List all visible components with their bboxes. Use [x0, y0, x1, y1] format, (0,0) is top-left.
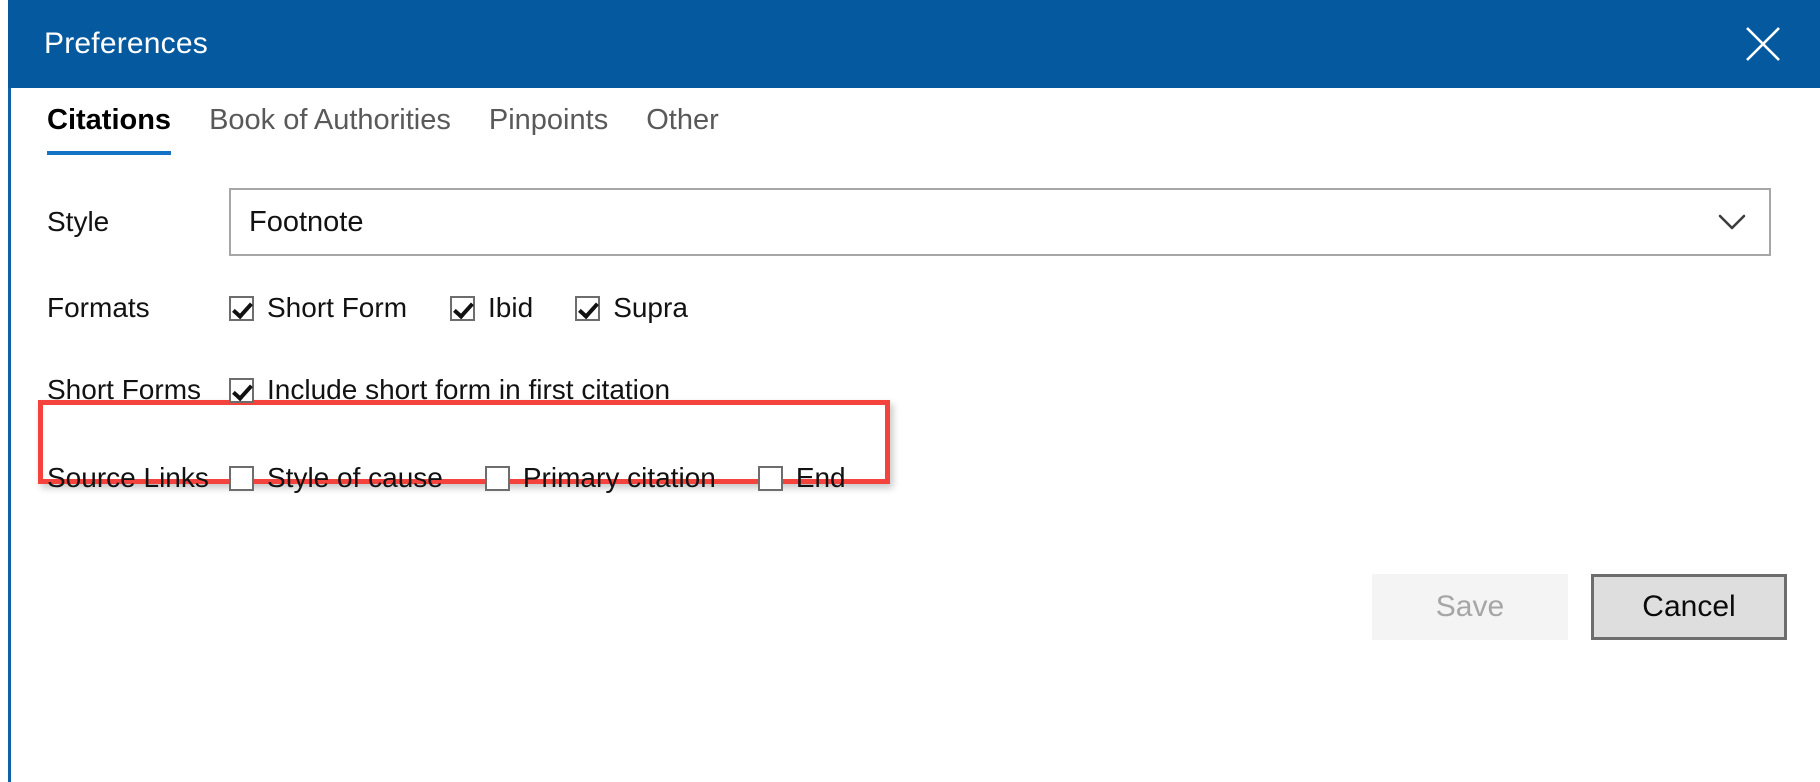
checkbox-end[interactable]: End: [757, 462, 846, 494]
checkbox-style-of-cause[interactable]: Style of cause: [229, 462, 443, 494]
dialog-footer: Save Cancel: [1372, 574, 1787, 640]
checkbox-include-short-form-box[interactable]: [229, 377, 254, 403]
checkbox-ibid[interactable]: Ibid: [450, 292, 533, 324]
checkbox-primary-citation-label: Primary citation: [522, 462, 716, 493]
formats-label: Formats: [47, 292, 150, 323]
short-forms-row-content: Include short form in first citation: [229, 374, 1820, 406]
tab-bar: Citations Book of Authorities Pinpoints …: [47, 103, 719, 155]
style-row-content: Footnote: [229, 188, 1820, 256]
checkbox-supra-box[interactable]: [575, 295, 601, 321]
tab-pinpoints-label: Pinpoints: [488, 104, 609, 136]
checkbox-ibid-box[interactable]: [450, 295, 476, 321]
checkbox-primary-citation[interactable]: Primary citation: [484, 462, 716, 494]
checkbox-short-form-box[interactable]: [229, 295, 254, 321]
checkbox-include-short-form[interactable]: Include short form in first citation: [229, 374, 670, 406]
dialog-body: Citations Book of Authorities Pinpoints …: [8, 88, 1820, 782]
source-links-label: Source Links: [47, 462, 209, 493]
preferences-dialog: Preferences Citations Book of Authoritie…: [0, 0, 1820, 782]
tab-citations[interactable]: Citations: [47, 103, 172, 155]
checkbox-style-of-cause-box[interactable]: [229, 465, 254, 491]
checkbox-end-box[interactable]: [757, 465, 783, 491]
checkbox-short-form[interactable]: Short Form: [229, 292, 407, 324]
checkbox-end-label: End: [795, 462, 846, 493]
tab-other-label: Other: [646, 104, 719, 136]
tab-book-of-authorities-label: Book of Authorities: [209, 104, 451, 136]
checkbox-ibid-label: Ibid: [488, 292, 534, 323]
checkbox-supra[interactable]: Supra: [575, 292, 688, 324]
formats-row-content: Short Form Ibid Supra: [229, 292, 1820, 324]
checkbox-short-form-label: Short Form: [267, 292, 408, 323]
source-links-row: Source Links Style of cause Primary cita…: [11, 448, 1820, 508]
tab-citations-label: Citations: [47, 104, 172, 136]
checkbox-style-of-cause-label: Style of cause: [267, 462, 443, 493]
style-label: Style: [47, 206, 110, 237]
tab-other[interactable]: Other: [646, 103, 719, 155]
short-forms-label: Short Forms: [47, 374, 202, 405]
tab-book-of-authorities[interactable]: Book of Authorities: [209, 103, 451, 155]
style-row: Style Footnote: [11, 188, 1820, 256]
save-button[interactable]: Save: [1372, 574, 1568, 640]
page-title: Preferences: [44, 27, 208, 60]
chevron-down-icon: [1717, 213, 1747, 231]
checkbox-supra-label: Supra: [613, 292, 688, 323]
title-bar: Preferences: [8, 0, 1820, 88]
source-links-row-content: Style of cause Primary citation End: [229, 462, 1820, 494]
tab-pinpoints[interactable]: Pinpoints: [489, 103, 608, 155]
cancel-button[interactable]: Cancel: [1591, 574, 1787, 640]
formats-row: Formats Short Form Ibid Supra: [11, 278, 1820, 338]
checkbox-include-short-form-label: Include short form in first citation: [267, 374, 671, 405]
style-select-value: Footnote: [249, 205, 364, 238]
short-forms-row: Short Forms Include short form in first …: [11, 360, 1820, 420]
checkbox-primary-citation-box[interactable]: [484, 465, 510, 491]
style-select[interactable]: Footnote: [229, 188, 1771, 256]
close-icon[interactable]: [1734, 15, 1792, 73]
